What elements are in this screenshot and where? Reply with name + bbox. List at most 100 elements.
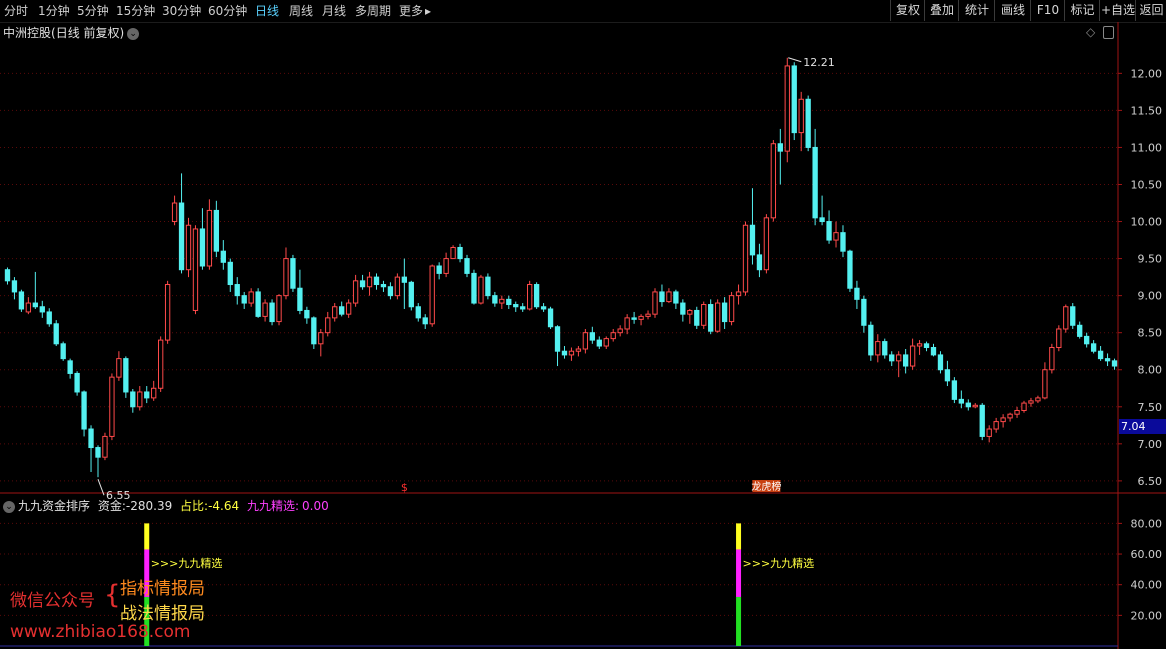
candle-body xyxy=(1084,335,1090,345)
candle-body xyxy=(241,295,247,304)
indicator-header: ⌄ 九九资金排序 资金:-280.39 占比:-4.64 九九精选: 0.00 xyxy=(3,497,329,514)
candle-body xyxy=(617,328,623,334)
candle-body xyxy=(554,326,561,352)
candle-body xyxy=(206,209,213,267)
candle-body xyxy=(909,345,916,367)
candle-body xyxy=(506,298,512,306)
candle-body xyxy=(144,391,150,399)
candle-body xyxy=(137,391,143,408)
candle-body xyxy=(610,332,616,340)
candle-body xyxy=(1035,397,1041,402)
candle-body xyxy=(290,258,296,289)
candle-body xyxy=(213,209,220,252)
candle-body xyxy=(673,291,679,304)
price-tick-label: 11.00 xyxy=(1131,141,1163,154)
candle-body xyxy=(659,291,665,303)
candle-body xyxy=(638,315,644,320)
candle-body xyxy=(561,350,568,356)
signal-bar-yellow xyxy=(144,523,150,550)
price-tick-label: 12.00 xyxy=(1131,67,1163,80)
candle-body xyxy=(18,291,25,310)
indicator-name: 九九资金排序 xyxy=(18,499,91,513)
watermark-name-a: 指标情报局 xyxy=(120,579,205,599)
candle-body xyxy=(297,287,303,311)
candle-body xyxy=(819,217,825,223)
watermark-url: www.zhibiao168.com xyxy=(10,622,191,642)
candle-body xyxy=(81,391,87,430)
candle-body xyxy=(415,306,421,319)
candle-body xyxy=(770,143,777,219)
candle-body xyxy=(352,280,359,304)
candle-body xyxy=(993,421,999,430)
candle-body xyxy=(944,369,951,382)
candle-body xyxy=(930,347,937,356)
candle-body xyxy=(763,217,770,271)
candle-body xyxy=(485,276,491,297)
candle-body xyxy=(436,265,442,274)
candle-body xyxy=(220,250,226,263)
candle-body xyxy=(589,332,595,341)
candle-body xyxy=(1090,343,1097,352)
candle-body xyxy=(896,354,902,362)
indicator-tick-label: 20.00 xyxy=(1131,609,1163,622)
candle-body xyxy=(784,65,790,152)
candle-body xyxy=(1021,402,1027,411)
candle-body xyxy=(401,276,408,283)
candle-body xyxy=(11,280,18,293)
candle-body xyxy=(735,291,742,297)
candle-body xyxy=(540,306,547,310)
candle-body xyxy=(178,202,185,271)
candle-body xyxy=(457,246,463,260)
candle-body xyxy=(102,435,108,458)
ratio-value: -4.64 xyxy=(208,499,240,513)
candle-body xyxy=(1000,417,1006,423)
candle-body xyxy=(373,276,380,286)
candlestick-series xyxy=(4,57,1118,478)
candle-body xyxy=(1077,324,1083,337)
candle-body xyxy=(979,404,985,437)
candle-body xyxy=(380,284,387,288)
candle-body xyxy=(1063,306,1069,330)
candle-body xyxy=(157,339,164,389)
candle-body xyxy=(276,295,282,323)
candle-body xyxy=(325,317,331,334)
candle-body xyxy=(902,354,909,367)
candle-body xyxy=(645,313,651,317)
candle-body xyxy=(116,358,122,378)
candle-body xyxy=(429,265,435,325)
candle-body xyxy=(596,339,602,347)
candle-body xyxy=(339,306,345,315)
candle-body xyxy=(916,343,923,347)
candle-body xyxy=(60,343,66,360)
fund-label: 资金: xyxy=(97,499,126,513)
candle-body xyxy=(283,258,289,297)
candle-body xyxy=(854,287,860,300)
candle-body xyxy=(366,276,373,288)
candle-body xyxy=(53,323,59,345)
candle-body xyxy=(1042,369,1048,399)
candle-body xyxy=(721,302,728,323)
candle-body xyxy=(687,309,693,315)
candle-body xyxy=(318,332,324,345)
candle-body xyxy=(471,272,477,304)
candle-body xyxy=(728,295,735,323)
dollar-marker: $ xyxy=(401,481,408,494)
candle-body xyxy=(812,146,818,219)
candle-body xyxy=(833,232,839,241)
price-tick-label: 10.50 xyxy=(1131,178,1163,191)
candle-body xyxy=(151,387,157,399)
select-value: 0.00 xyxy=(302,499,329,513)
candle-body xyxy=(32,302,38,308)
candle-body xyxy=(394,276,401,297)
indicator-tick-label: 60.00 xyxy=(1131,548,1163,561)
candle-body xyxy=(582,332,589,350)
candle-body xyxy=(798,98,804,134)
candle-body xyxy=(262,302,268,317)
candle-body xyxy=(937,354,944,371)
chevron-down-icon[interactable]: ⌄ xyxy=(3,500,15,513)
high-pointer xyxy=(788,57,802,63)
indicator-tick-label: 80.00 xyxy=(1131,517,1163,530)
candle-body xyxy=(450,246,456,260)
candle-body xyxy=(95,447,101,458)
candle-body xyxy=(88,428,94,449)
